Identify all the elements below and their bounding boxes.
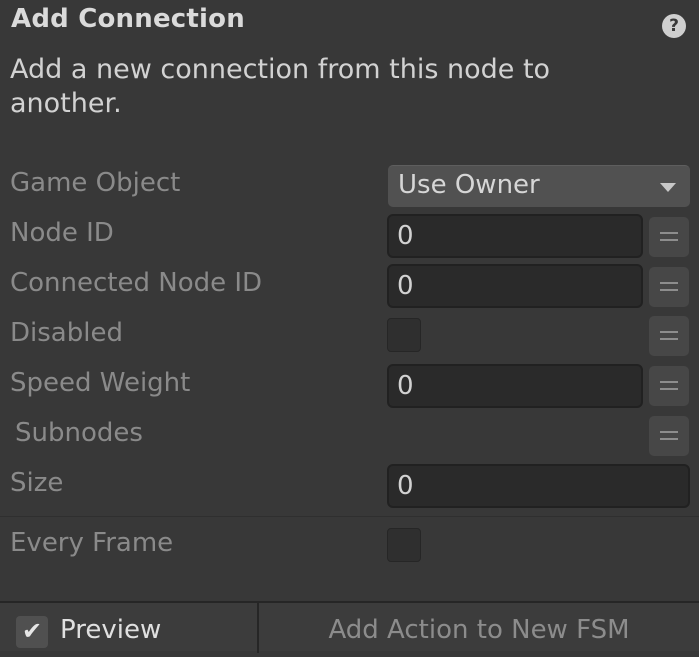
speed-weight-label: Speed Weight [10, 368, 191, 398]
size-value: 0 [397, 471, 414, 501]
hamburger-menu-icon [660, 381, 678, 383]
connected-node-id-menu-button[interactable] [649, 267, 689, 307]
preview-label[interactable]: Preview [60, 615, 161, 645]
preview-checkbox[interactable]: ✔ [16, 616, 48, 648]
add-action-to-new-fsm-button[interactable]: Add Action to New FSM [259, 603, 699, 653]
game-object-value: Use Owner [398, 170, 540, 200]
connected-node-id-value: 0 [397, 271, 414, 301]
chevron-down-icon [660, 183, 676, 192]
hamburger-menu-icon [660, 431, 678, 433]
node-id-label: Node ID [10, 218, 114, 248]
connected-node-id-input[interactable]: 0 [387, 264, 643, 308]
help-icon[interactable]: ? [662, 14, 686, 38]
every-frame-checkbox[interactable] [387, 528, 421, 562]
size-input[interactable]: 0 [387, 464, 690, 508]
footer-bar: ✔ Preview Add Action to New FSM [0, 601, 699, 653]
disabled-menu-button[interactable] [649, 316, 689, 356]
divider [0, 516, 699, 517]
checkmark-icon: ✔ [21, 617, 43, 645]
hamburger-menu-icon [660, 282, 678, 284]
subnodes-menu-button[interactable] [649, 416, 689, 456]
speed-weight-menu-button[interactable] [649, 366, 689, 406]
subnodes-label[interactable]: Subnodes [15, 418, 143, 448]
speed-weight-value: 0 [397, 371, 414, 401]
node-id-input[interactable]: 0 [387, 214, 643, 258]
speed-weight-input[interactable]: 0 [387, 364, 643, 408]
connected-node-id-label: Connected Node ID [10, 268, 263, 298]
node-id-menu-button[interactable] [649, 217, 689, 257]
hamburger-menu-icon [660, 331, 678, 333]
hamburger-menu-icon [660, 232, 678, 234]
size-label: Size [10, 468, 64, 498]
game-object-dropdown[interactable]: Use Owner [388, 165, 690, 207]
disabled-label: Disabled [10, 318, 123, 348]
node-id-value: 0 [397, 221, 414, 251]
action-description: Add a new connection from this node to a… [10, 54, 551, 119]
disabled-checkbox[interactable] [387, 318, 421, 352]
game-object-label: Game Object [10, 168, 181, 198]
action-title: Add Connection [11, 4, 245, 34]
every-frame-label: Every Frame [10, 528, 174, 558]
